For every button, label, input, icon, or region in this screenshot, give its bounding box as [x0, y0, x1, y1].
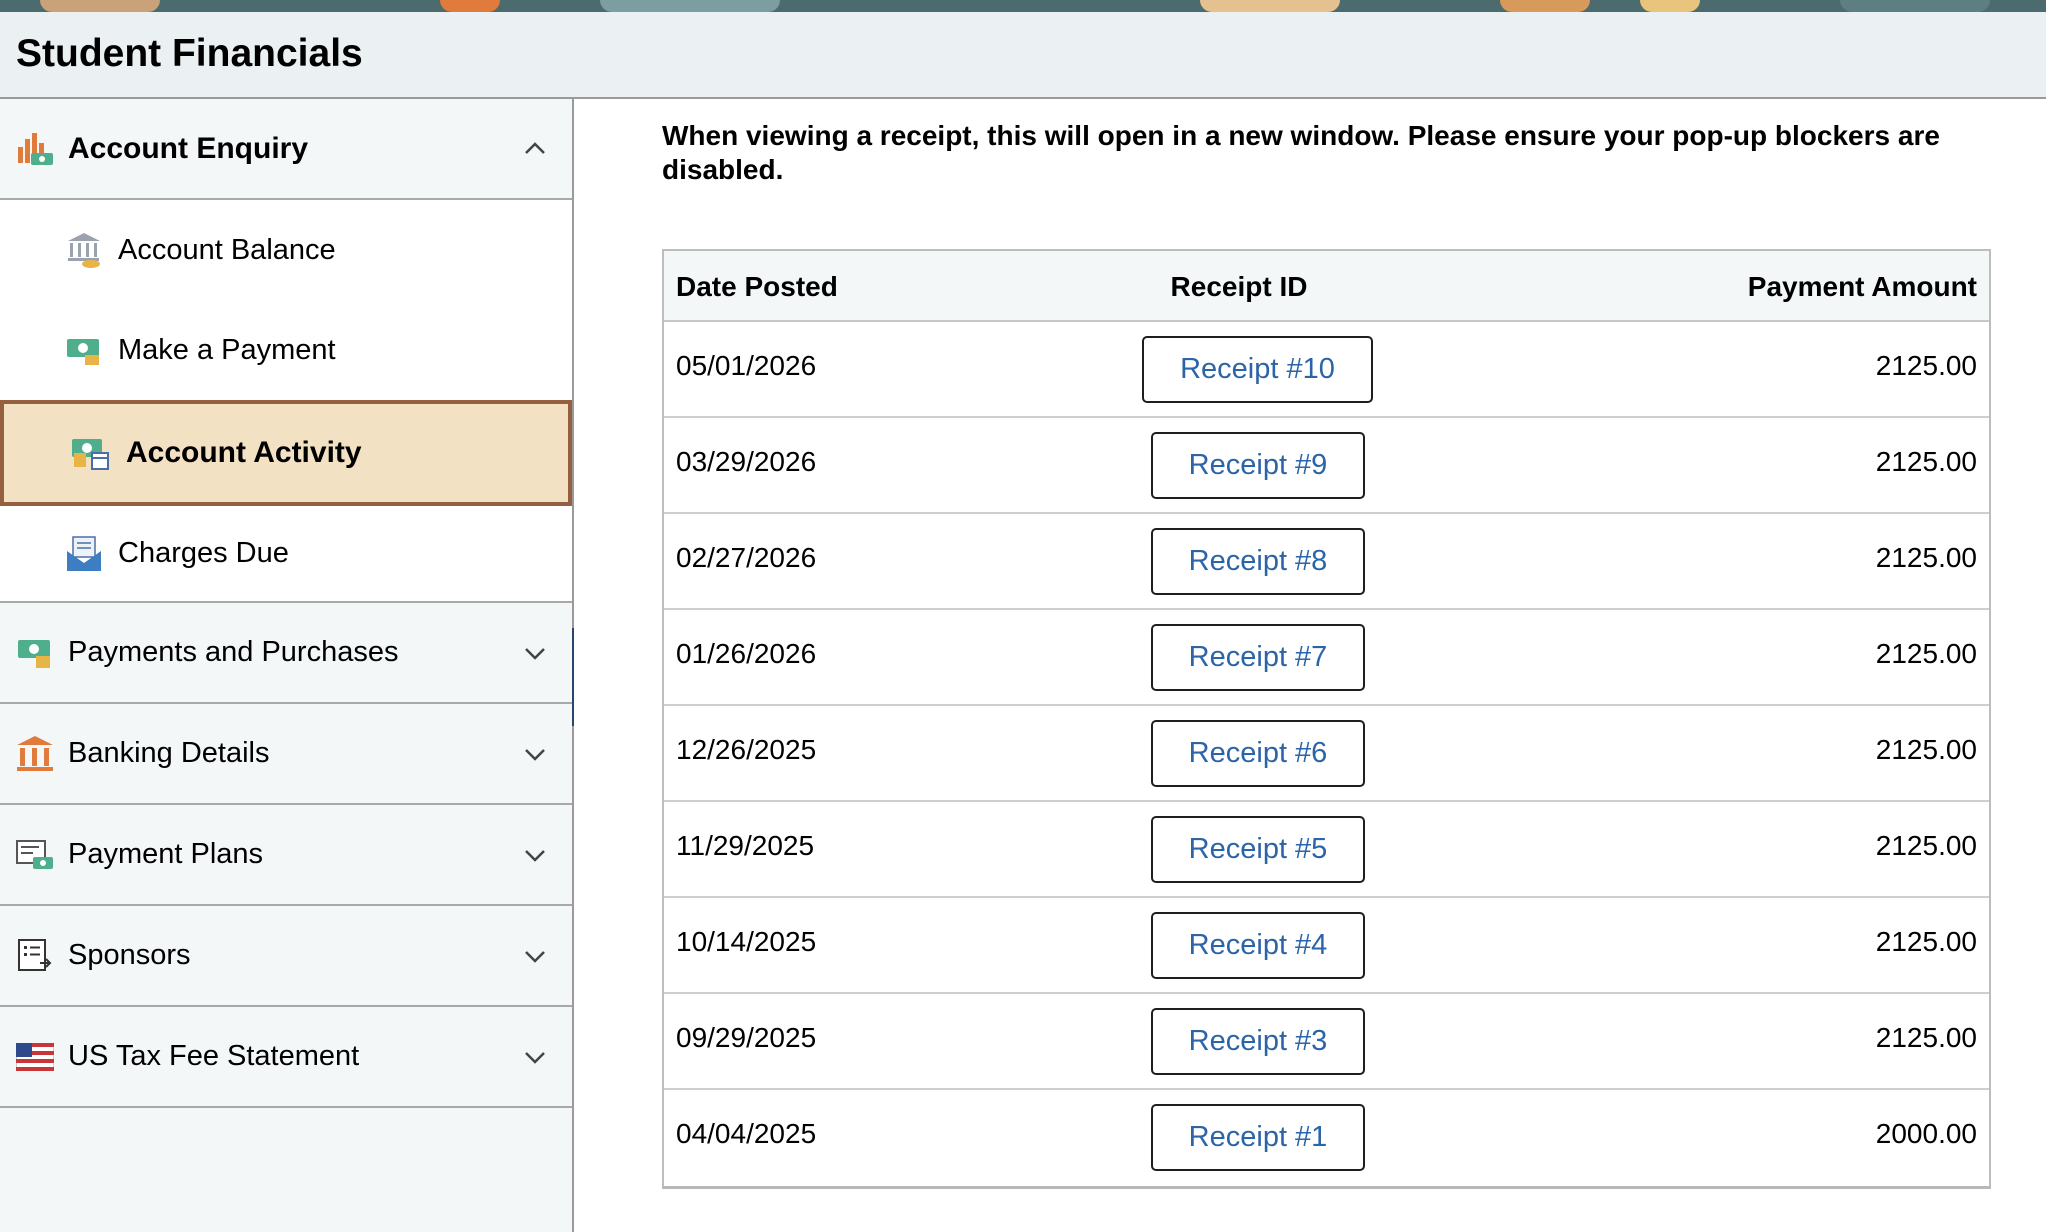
sidebar-group-label: Banking Details — [68, 737, 270, 769]
sidebar-group-sponsors[interactable]: Sponsors — [0, 906, 572, 1007]
page-header: Student Financials — [0, 12, 2046, 99]
sidebar-group-label: Payment Plans — [68, 838, 264, 870]
receipt-button[interactable]: Receipt #5 — [1151, 816, 1365, 883]
table-row: 09/29/2025 Receipt #3 2125.00 — [664, 994, 1989, 1090]
receipt-button[interactable]: Receipt #4 — [1151, 912, 1365, 979]
sidebar-item-label: Account Balance — [118, 233, 336, 266]
payment-amount-cell: 2125.00 — [1875, 1022, 1977, 1053]
table-row: 02/27/2026 Receipt #8 2125.00 — [664, 514, 1989, 610]
money-bill-icon — [64, 330, 104, 370]
date-posted-cell: 01/26/2026 — [676, 638, 817, 669]
payment-amount-cell: 2125.00 — [1875, 542, 1977, 573]
payment-amount-cell: 2125.00 — [1875, 638, 1977, 669]
payment-amount-cell: 2125.00 — [1875, 830, 1977, 861]
receipt-button[interactable]: Receipt #1 — [1151, 1104, 1365, 1171]
sidebar-group-label: Account Enquiry — [68, 131, 309, 165]
table-row: 04/04/2025 Receipt #1 2000.00 — [664, 1090, 1989, 1186]
receipt-button[interactable]: Receipt #3 — [1151, 1008, 1365, 1075]
sidebar-item-label: Make a Payment — [118, 333, 336, 366]
popup-notice: When viewing a receipt, this will open i… — [662, 120, 1940, 185]
sidebar-item-charges-due[interactable]: Charges Due — [0, 506, 572, 601]
page-title: Student Financials — [16, 32, 363, 75]
receipt-button[interactable]: Receipt #10 — [1142, 336, 1373, 403]
payment-amount-cell: 2000.00 — [1875, 1118, 1977, 1149]
column-header-payment-amount: Payment Amount — [1747, 271, 1977, 302]
table-row: 10/14/2025 Receipt #4 2125.00 — [664, 898, 1989, 994]
receipt-button[interactable]: Receipt #9 — [1151, 432, 1365, 499]
envelope-bill-icon — [64, 534, 104, 574]
sidebar-group-banking-details[interactable]: Banking Details — [0, 704, 572, 805]
table-row: 12/26/2025 Receipt #6 2125.00 — [664, 706, 1989, 802]
date-posted-cell: 10/14/2025 — [676, 926, 817, 957]
table-row: 11/29/2025 Receipt #5 2125.00 — [664, 802, 1989, 898]
sponsor-list-icon — [14, 935, 56, 977]
chevron-down-icon[interactable] — [518, 1040, 552, 1074]
bank-icon — [14, 733, 56, 775]
main-content: When viewing a receipt, this will open i… — [574, 99, 2046, 1232]
sidebar-group-payments-and-purchases[interactable]: Payments and Purchases — [0, 603, 572, 704]
receipt-button[interactable]: Receipt #6 — [1151, 720, 1365, 787]
payment-amount-cell: 2125.00 — [1875, 926, 1977, 957]
chevron-down-icon[interactable] — [518, 636, 552, 670]
table-row: 01/26/2026 Receipt #7 2125.00 — [664, 610, 1989, 706]
chevron-down-icon[interactable] — [518, 838, 552, 872]
payment-amount-cell: 2125.00 — [1875, 350, 1977, 381]
sidebar-group-label: Payments and Purchases — [68, 636, 399, 668]
date-posted-cell: 11/29/2025 — [676, 830, 815, 861]
chevron-down-icon[interactable] — [518, 939, 552, 973]
sidebar-item-label: Charges Due — [118, 537, 289, 569]
us-flag-icon — [14, 1036, 56, 1078]
sidebar-group-label: Sponsors — [68, 939, 191, 971]
money-calendar-icon — [70, 433, 110, 473]
bank-coins-icon — [64, 230, 104, 270]
payment-plan-icon — [14, 834, 56, 876]
receipt-button[interactable]: Receipt #7 — [1151, 624, 1365, 691]
column-header-receipt-id: Receipt ID — [1170, 271, 1308, 302]
receipt-button[interactable]: Receipt #8 — [1151, 528, 1365, 595]
payment-amount-cell: 2125.00 — [1875, 446, 1977, 477]
sidebar-group-label: US Tax Fee Statement — [68, 1040, 360, 1072]
sidebar-group-account-enquiry[interactable]: Account Enquiry — [0, 99, 572, 200]
date-posted-cell: 03/29/2026 — [676, 446, 817, 477]
date-posted-cell: 09/29/2025 — [676, 1022, 817, 1053]
date-posted-cell: 05/01/2026 — [676, 350, 817, 381]
payment-amount-cell: 2125.00 — [1875, 734, 1977, 765]
header-banner — [0, 0, 2046, 12]
table-row: 03/29/2026 Receipt #9 2125.00 — [664, 418, 1989, 514]
date-posted-cell: 04/04/2025 — [676, 1118, 817, 1149]
money-bill-icon — [14, 632, 56, 674]
date-posted-cell: 02/27/2026 — [676, 542, 817, 573]
chevron-up-icon[interactable] — [518, 132, 552, 166]
account-activity-table: Date Posted Receipt ID Payment Amount 05… — [662, 249, 1991, 1189]
table-header: Date Posted Receipt ID Payment Amount — [664, 251, 1989, 322]
sidebar-item-make-a-payment[interactable]: Make a Payment — [0, 300, 572, 400]
sidebar-group-payment-plans[interactable]: Payment Plans — [0, 805, 572, 906]
chevron-down-icon[interactable] — [518, 737, 552, 771]
table-row: 05/01/2026 Receipt #10 2125.00 — [664, 322, 1989, 418]
sidebar-item-account-activity[interactable]: Account Activity — [0, 400, 572, 506]
sidebar-item-label: Account Activity — [126, 436, 362, 469]
date-posted-cell: 12/26/2025 — [676, 734, 817, 765]
sidebar-nav: Account Enquiry Account Balance Make a P… — [0, 99, 574, 1232]
bar-chart-money-icon — [14, 128, 56, 170]
sidebar-group-us-tax-fee-statement[interactable]: US Tax Fee Statement — [0, 1007, 572, 1108]
sidebar-item-account-balance[interactable]: Account Balance — [0, 200, 572, 300]
